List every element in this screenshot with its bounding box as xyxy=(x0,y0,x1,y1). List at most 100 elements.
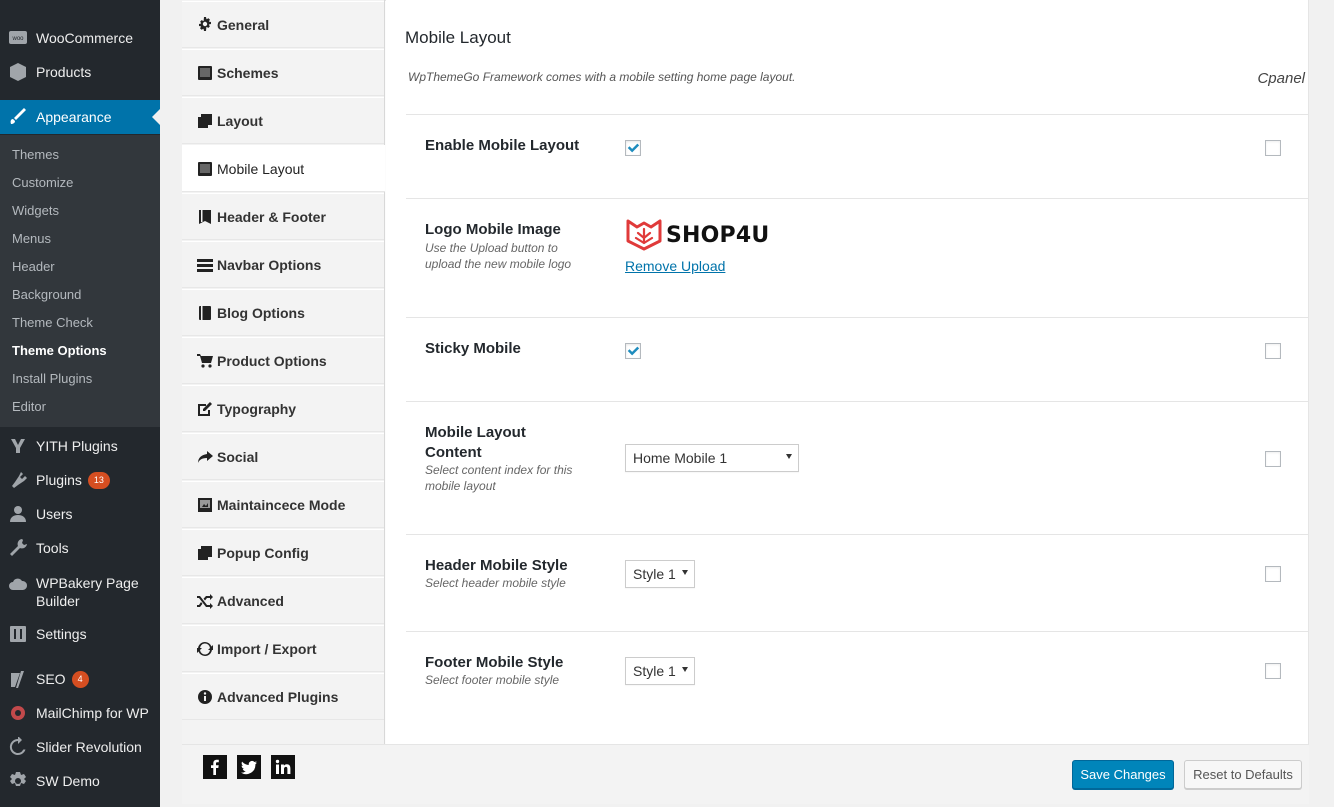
tab-label: Typography xyxy=(217,400,297,417)
divider xyxy=(406,198,1308,199)
tab-advanced[interactable]: Advanced xyxy=(182,577,384,624)
subtitle-line: mobile layout xyxy=(425,479,496,493)
mobile-logo-preview: SHOP4U xyxy=(625,219,769,251)
menu-yith-plugins[interactable]: YITH Plugins xyxy=(0,429,160,463)
cpanel-label: Cpanel xyxy=(1257,70,1305,87)
mobile-layout-content-select[interactable]: Home Mobile 1 xyxy=(625,444,799,472)
menu-label: Products xyxy=(36,64,92,80)
save-changes-button[interactable]: Save Changes xyxy=(1072,760,1174,789)
tab-label: Advanced xyxy=(217,592,284,609)
submenu-header[interactable]: Header xyxy=(12,258,55,276)
submenu-theme-check[interactable]: Theme Check xyxy=(12,314,93,332)
submenu-install-plugins[interactable]: Install Plugins xyxy=(12,370,92,388)
menu-tools[interactable]: Tools xyxy=(0,531,160,565)
tab-header-footer[interactable]: Header & Footer xyxy=(182,193,384,240)
menu-products[interactable]: Products xyxy=(0,55,160,89)
enable-mobile-layout-checkbox[interactable] xyxy=(625,140,641,156)
checkmark-icon xyxy=(627,346,640,356)
tab-maintenance-mode[interactable]: Maintaincece Mode xyxy=(182,481,384,528)
woo-icon: woo xyxy=(0,28,36,48)
section-description: WpThemeGo Framework comes with a mobile … xyxy=(408,70,796,84)
menu-mailchimp[interactable]: MailChimp for WP xyxy=(0,696,160,730)
tab-layout[interactable]: Layout xyxy=(182,97,384,144)
field-title-logo-mobile-image: Logo Mobile Image xyxy=(425,221,561,238)
submenu-editor[interactable]: Editor xyxy=(12,398,46,416)
submenu-widgets[interactable]: Widgets xyxy=(12,202,59,220)
wrench-icon xyxy=(0,538,36,558)
caret-down-icon xyxy=(682,667,688,672)
menu-seo[interactable]: SEO 4 xyxy=(0,662,160,696)
mailchimp-icon xyxy=(0,703,36,723)
divider xyxy=(406,401,1308,402)
submenu-background[interactable]: Background xyxy=(12,286,81,304)
cpanel-checkbox-sticky-mobile[interactable] xyxy=(1265,343,1281,359)
book-icon xyxy=(197,209,213,225)
menu-users[interactable]: Users xyxy=(0,497,160,531)
facebook-icon[interactable] xyxy=(203,755,227,779)
footer-mobile-style-select[interactable]: Style 1 xyxy=(625,657,695,685)
tab-social[interactable]: Social xyxy=(182,433,384,480)
menu-plugins[interactable]: Plugins 13 xyxy=(0,463,160,497)
tab-mobile-layout[interactable]: Mobile Layout xyxy=(182,145,385,192)
tab-product-options[interactable]: Product Options xyxy=(182,337,384,384)
svg-text:woo: woo xyxy=(11,36,24,42)
remove-upload-link[interactable]: Remove Upload xyxy=(625,258,725,274)
field-title-enable-mobile-layout: Enable Mobile Layout xyxy=(425,137,580,154)
tab-label: Layout xyxy=(217,112,263,129)
menu-label: Tools xyxy=(36,540,69,556)
menu-wpbakery[interactable]: WPBakery Page Builder xyxy=(0,574,160,618)
tab-navbar-options[interactable]: Navbar Options xyxy=(182,241,384,288)
admin-menu: woo WooCommerce Products Appearance Them… xyxy=(0,0,160,807)
shuffle-icon xyxy=(197,593,213,609)
menu-woocommerce[interactable]: woo WooCommerce xyxy=(0,21,160,55)
menu-sw-demo[interactable]: SW Demo xyxy=(0,764,160,798)
cog-icon xyxy=(197,16,213,33)
cart-icon xyxy=(197,353,213,369)
share-icon xyxy=(197,449,213,465)
submenu-theme-options[interactable]: Theme Options xyxy=(12,342,107,360)
cpanel-checkbox-header-mobile-style[interactable] xyxy=(1265,566,1281,582)
field-title-header-mobile-style: Header Mobile Style xyxy=(425,557,568,574)
options-tab-list: General Schemes Layout Mobile Layout Hea… xyxy=(182,0,385,744)
cpanel-checkbox-enable-mobile-layout[interactable] xyxy=(1265,140,1281,156)
tab-typography[interactable]: Typography xyxy=(182,385,384,432)
gear-icon xyxy=(0,771,36,791)
caret-down-icon xyxy=(786,454,792,459)
header-mobile-style-select[interactable]: Style 1 xyxy=(625,560,695,588)
tab-blog-options[interactable]: Blog Options xyxy=(182,289,384,336)
subtitle-line: upload the new mobile logo xyxy=(425,257,572,271)
copy-icon xyxy=(197,545,213,561)
menu-appearance[interactable]: Appearance xyxy=(0,100,160,134)
tab-schemes[interactable]: Schemes xyxy=(182,49,384,96)
menu-slider-revolution[interactable]: Slider Revolution xyxy=(0,730,160,764)
image-icon xyxy=(197,497,213,513)
tab-import-export[interactable]: Import / Export xyxy=(182,625,384,672)
tablet-icon xyxy=(197,161,213,177)
submenu-themes[interactable]: Themes xyxy=(12,146,59,164)
cpanel-checkbox-footer-mobile-style[interactable] xyxy=(1265,663,1281,679)
refresh-icon xyxy=(197,641,213,657)
menu-settings[interactable]: Settings xyxy=(0,617,160,651)
field-title-footer-mobile-style: Footer Mobile Style xyxy=(425,654,564,671)
twitter-icon[interactable] xyxy=(237,755,261,779)
wpbakery-line2: Builder xyxy=(36,593,80,609)
divider xyxy=(406,534,1308,535)
sticky-mobile-checkbox[interactable] xyxy=(625,343,641,359)
reset-to-defaults-button[interactable]: Reset to Defaults xyxy=(1184,760,1302,789)
title-line: Mobile Layout xyxy=(425,424,526,441)
active-arrow xyxy=(152,109,160,125)
plugins-label: Plugins xyxy=(36,471,82,488)
tab-label: Import / Export xyxy=(217,640,317,657)
tab-label: General xyxy=(217,16,270,33)
linkedin-icon[interactable] xyxy=(271,755,295,779)
monitor-icon xyxy=(197,65,213,81)
tab-advanced-plugins[interactable]: Advanced Plugins xyxy=(182,673,384,720)
tab-general[interactable]: General xyxy=(182,1,384,48)
divider xyxy=(406,631,1308,632)
submenu-customize[interactable]: Customize xyxy=(12,174,73,192)
tab-popup-config[interactable]: Popup Config xyxy=(182,529,384,576)
submenu-menus[interactable]: Menus xyxy=(12,230,51,248)
divider xyxy=(406,317,1308,318)
cpanel-checkbox-mobile-layout-content[interactable] xyxy=(1265,451,1281,467)
appearance-submenu: Themes Customize Widgets Menus Header Ba… xyxy=(0,135,160,427)
